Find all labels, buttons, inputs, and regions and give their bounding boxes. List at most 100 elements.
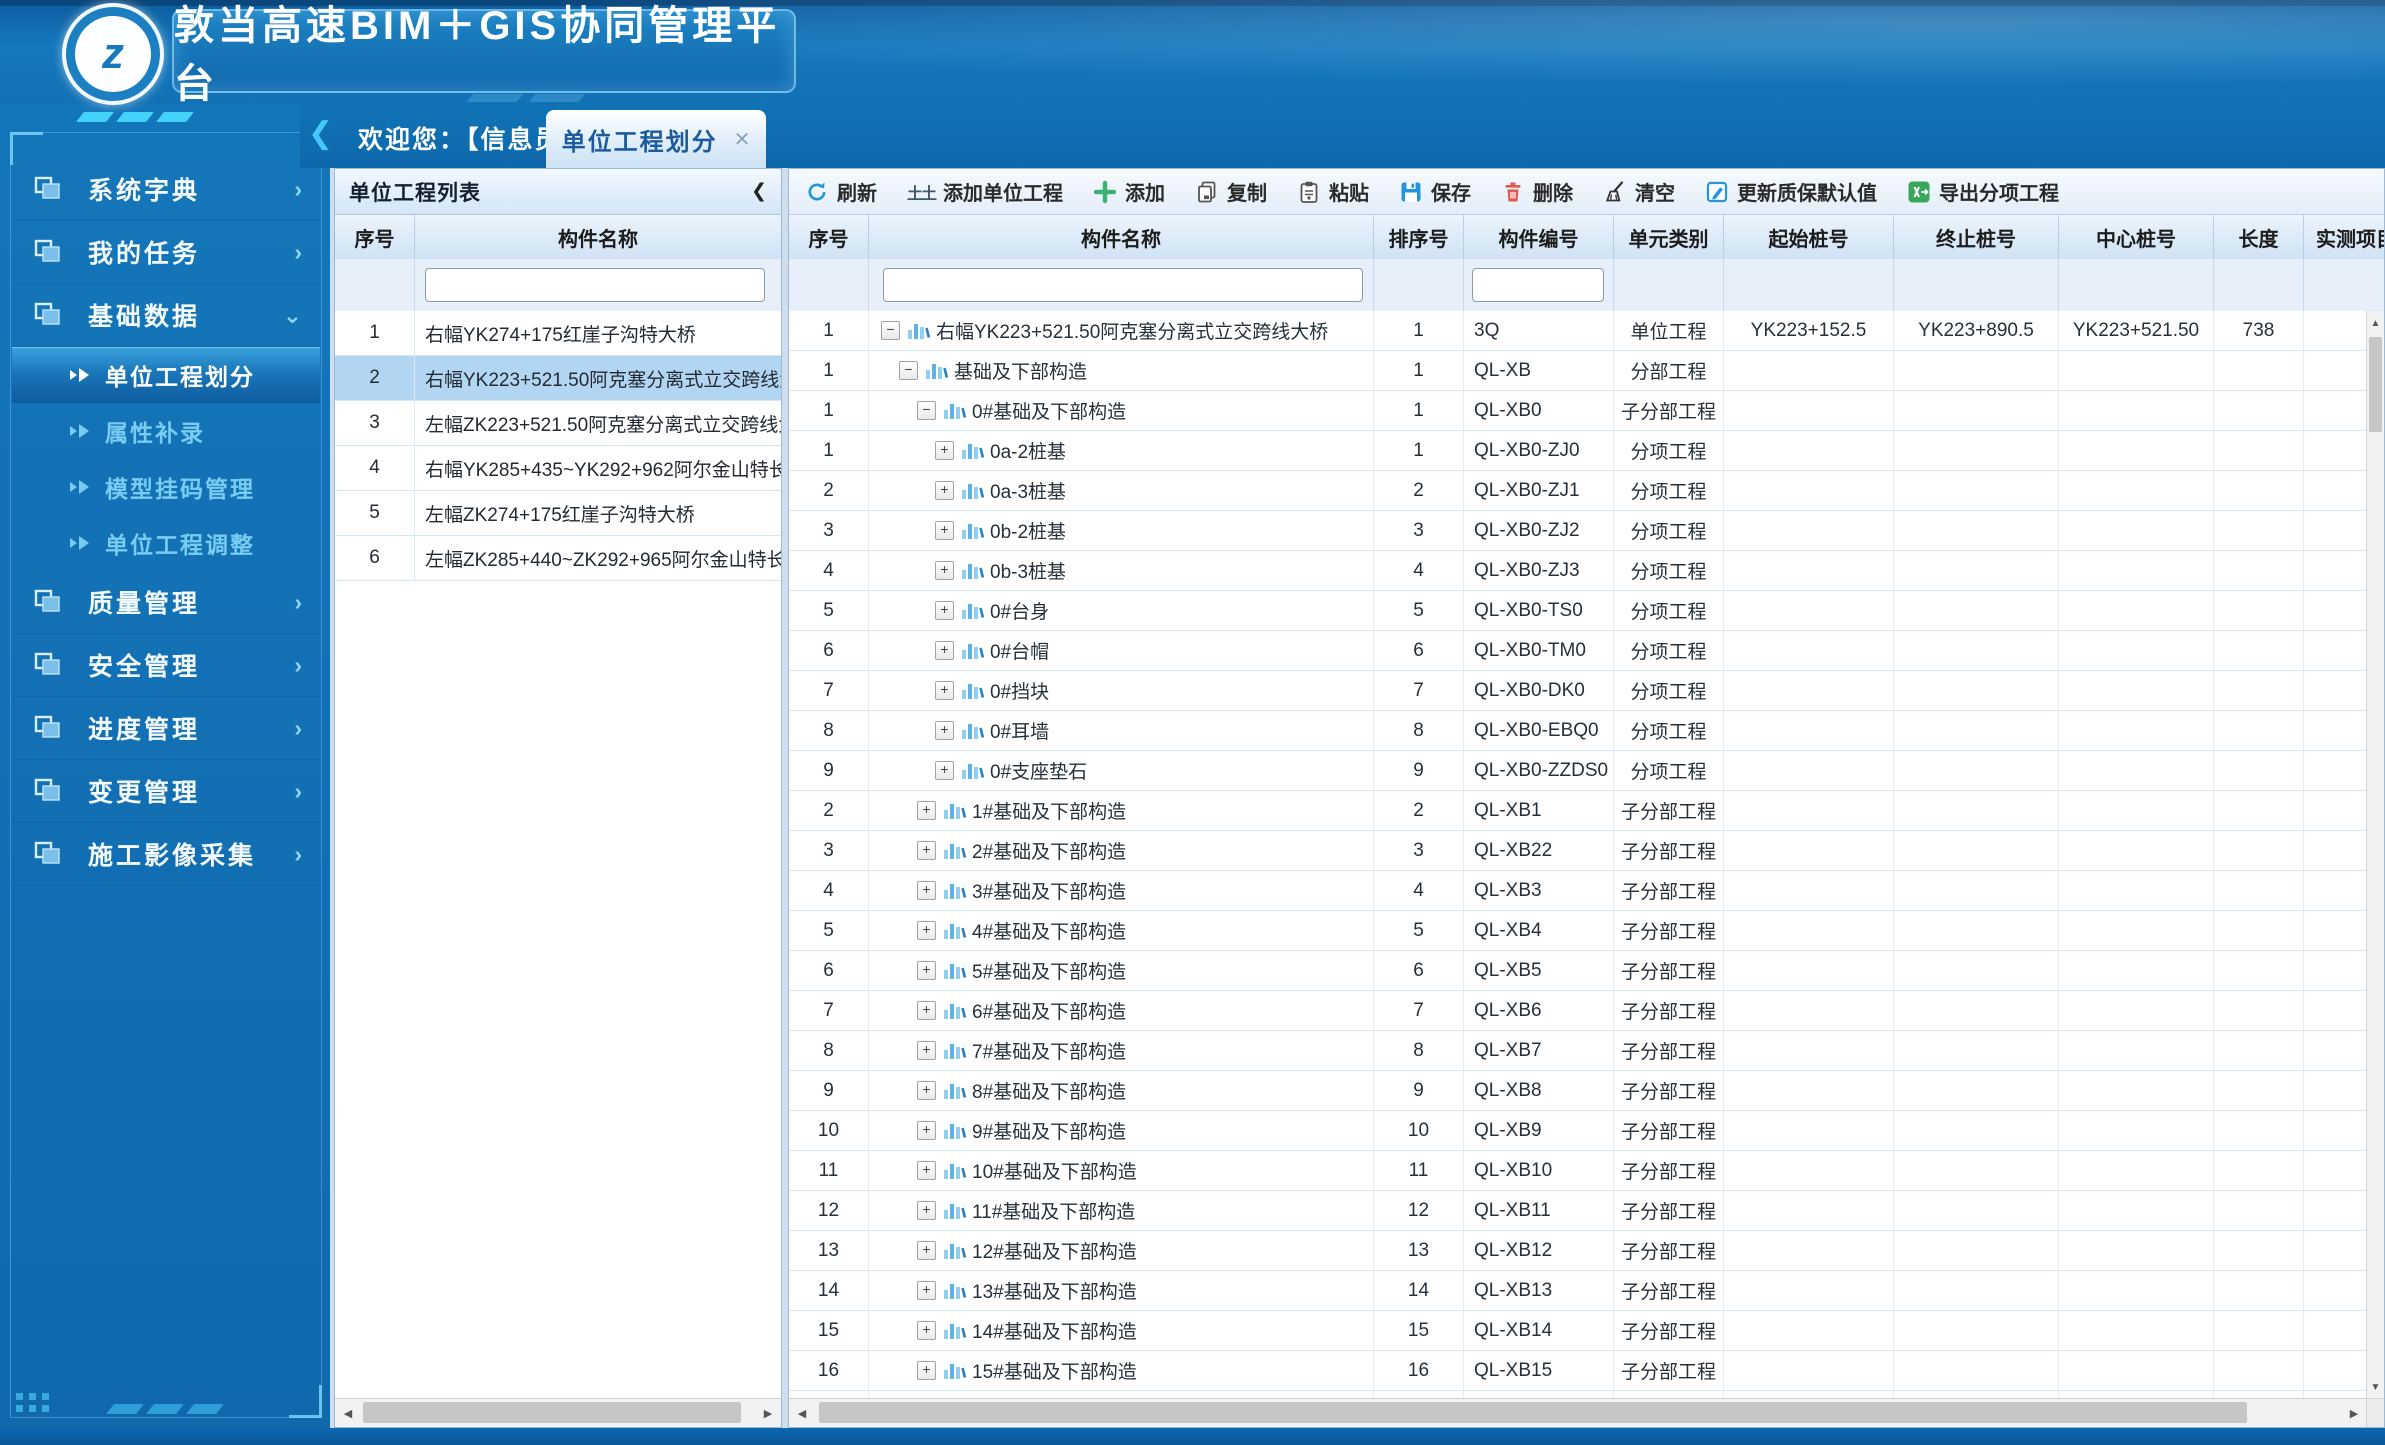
expand-node-icon[interactable]: + [935, 761, 954, 780]
scroll-left-icon[interactable]: ◀ [789, 1399, 815, 1427]
refresh-button[interactable]: 刷新 [805, 177, 877, 206]
tree-row[interactable]: 1−0#基础及下部构造1QL-XB0子分部工程 [789, 391, 2367, 431]
sidebar-item-change-management[interactable]: 变更管理› [12, 760, 320, 823]
expand-node-icon[interactable]: + [935, 721, 954, 740]
scroll-thumb[interactable] [363, 1402, 741, 1423]
tree-row[interactable]: 6+5#基础及下部构造6QL-XB5子分部工程 [789, 951, 2367, 991]
sidebar-item-quality-management[interactable]: 质量管理› [12, 571, 320, 634]
sidebar-item-unit-project-division[interactable]: 单位工程划分 [12, 347, 320, 403]
expand-node-icon[interactable]: + [935, 601, 954, 620]
export-subitem-button[interactable]: 导出分项工程 [1907, 177, 2059, 206]
scroll-up-icon[interactable]: ▲ [2367, 311, 2384, 335]
tree-row[interactable]: 11+10#基础及下部构造11QL-XB10子分部工程 [789, 1151, 2367, 1191]
collapse-node-icon[interactable]: − [899, 361, 918, 380]
list-horizontal-scrollbar[interactable]: ◀ ▶ [335, 1398, 781, 1427]
tree-row[interactable]: 1−右幅YK223+521.50阿克塞分离式立交跨线大桥13Q单位工程YK223… [789, 311, 2367, 351]
tree-name-filter-input[interactable] [883, 268, 1363, 302]
tree-row[interactable]: 7+0#挡块7QL-XB0-DK0分项工程 [789, 671, 2367, 711]
scroll-right-icon[interactable]: ▶ [755, 1399, 781, 1427]
clear-button[interactable]: 清空 [1603, 177, 1675, 206]
expand-node-icon[interactable]: + [917, 1081, 936, 1100]
tree-row[interactable]: 5+0#台身5QL-XB0-TS0分项工程 [789, 591, 2367, 631]
scroll-down-icon[interactable]: ▼ [2367, 1375, 2384, 1399]
scroll-thumb[interactable] [2369, 337, 2382, 432]
tree-row[interactable]: 3+2#基础及下部构造3QL-XB22子分部工程 [789, 831, 2367, 871]
sidebar-item-safety-management[interactable]: 安全管理› [12, 634, 320, 697]
scroll-right-icon[interactable]: ▶ [2341, 1399, 2367, 1427]
tree-row[interactable]: 3+0b-2桩基3QL-XB0-ZJ2分项工程 [789, 511, 2367, 551]
save-button[interactable]: 保存 [1399, 177, 1471, 206]
add-unit-project-button[interactable]: 土土 添加单位工程 [907, 177, 1063, 206]
sidebar-item-system-dictionary[interactable]: 系统字典› [12, 158, 320, 221]
expand-node-icon[interactable]: + [917, 1201, 936, 1220]
tree-row[interactable]: 9+0#支座垫石9QL-XB0-ZZDS0分项工程 [789, 751, 2367, 791]
collapse-node-icon[interactable]: − [881, 321, 900, 340]
tree-row[interactable]: 9+8#基础及下部构造9QL-XB8子分部工程 [789, 1071, 2367, 1111]
copy-button[interactable]: 复制 [1195, 177, 1267, 206]
tree-row[interactable]: 15+14#基础及下部构造15QL-XB14子分部工程 [789, 1311, 2367, 1351]
expand-node-icon[interactable]: + [935, 521, 954, 540]
sidebar-item-unit-project-adjust[interactable]: 单位工程调整 [12, 515, 320, 571]
tree-code-filter-input[interactable] [1472, 268, 1604, 302]
tree-row[interactable]: 6+0#台帽6QL-XB0-TM0分项工程 [789, 631, 2367, 671]
tab-unit-project-division[interactable]: 单位工程划分 ✕ [546, 110, 766, 168]
tree-row[interactable]: 7+6#基础及下部构造7QL-XB6子分部工程 [789, 991, 2367, 1031]
tree-row[interactable]: 13+12#基础及下部构造13QL-XB12子分部工程 [789, 1231, 2367, 1271]
expand-node-icon[interactable]: + [917, 1001, 936, 1020]
expand-node-icon[interactable]: + [935, 441, 954, 460]
expand-node-icon[interactable]: + [917, 801, 936, 820]
sidebar-item-progress-management[interactable]: 进度管理› [12, 697, 320, 760]
tree-row[interactable]: 8+7#基础及下部构造8QL-XB7子分部工程 [789, 1031, 2367, 1071]
expand-node-icon[interactable]: + [917, 921, 936, 940]
sidebar-item-attribute-supplement[interactable]: 属性补录 [12, 403, 320, 459]
expand-node-icon[interactable]: + [917, 1241, 936, 1260]
sidebar-item-my-tasks[interactable]: 我的任务› [12, 221, 320, 284]
list-name-filter-input[interactable] [425, 268, 765, 302]
tree-row[interactable]: 1+0a-2桩基1QL-XB0-ZJ0分项工程 [789, 431, 2367, 471]
sidebar-item-construction-image-collection[interactable]: 施工影像采集› [12, 823, 320, 886]
collapse-node-icon[interactable]: − [917, 401, 936, 420]
tree-row[interactable]: 2+0a-3桩基2QL-XB0-ZJ1分项工程 [789, 471, 2367, 511]
tree-row[interactable]: 12+11#基础及下部构造12QL-XB11子分部工程 [789, 1191, 2367, 1231]
list-row[interactable]: 1右幅YK274+175红崖子沟特大桥 [335, 311, 781, 356]
expand-node-icon[interactable]: + [917, 881, 936, 900]
list-row[interactable]: 3左幅ZK223+521.50阿克塞分离式立交跨线大桥 [335, 401, 781, 446]
tree-row[interactable]: 2+1#基础及下部构造2QL-XB1子分部工程 [789, 791, 2367, 831]
paste-button[interactable]: 粘贴 [1297, 177, 1369, 206]
tree-row[interactable]: 4+3#基础及下部构造4QL-XB3子分部工程 [789, 871, 2367, 911]
list-row[interactable]: 6左幅ZK285+440~ZK292+965阿尔金山特长隧道 [335, 536, 781, 581]
sidebar-item-base-data[interactable]: 基础数据⌄ [12, 284, 320, 347]
tree-vertical-scrollbar[interactable]: ▲ ▼ [2366, 311, 2384, 1399]
scroll-left-icon[interactable]: ◀ [335, 1399, 361, 1427]
tree-row[interactable]: 14+13#基础及下部构造14QL-XB13子分部工程 [789, 1271, 2367, 1311]
expand-node-icon[interactable]: + [917, 1161, 936, 1180]
add-button[interactable]: 添加 [1093, 177, 1165, 206]
tree-row[interactable]: 8+0#耳墙8QL-XB0-EBQ0分项工程 [789, 711, 2367, 751]
expand-node-icon[interactable]: + [917, 1361, 936, 1380]
list-row[interactable]: 2右幅YK223+521.50阿克塞分离式立交跨线大桥 [335, 356, 781, 401]
expand-node-icon[interactable]: + [917, 1281, 936, 1300]
expand-node-icon[interactable]: + [917, 1321, 936, 1340]
delete-button[interactable]: 删除 [1501, 177, 1573, 206]
expand-node-icon[interactable]: + [935, 681, 954, 700]
expand-node-icon[interactable]: + [935, 561, 954, 580]
tree-row[interactable]: 16+15#基础及下部构造16QL-XB15子分部工程 [789, 1351, 2367, 1391]
list-row[interactable]: 5左幅ZK274+175红崖子沟特大桥 [335, 491, 781, 536]
expand-node-icon[interactable]: + [917, 1041, 936, 1060]
scroll-thumb[interactable] [819, 1402, 2247, 1423]
tree-row[interactable]: 10+9#基础及下部构造10QL-XB9子分部工程 [789, 1111, 2367, 1151]
expand-node-icon[interactable]: + [917, 841, 936, 860]
expand-node-icon[interactable]: + [935, 641, 954, 660]
tab-close-icon[interactable]: ✕ [734, 127, 751, 152]
tree-horizontal-scrollbar[interactable]: ◀ ▶ [789, 1398, 2367, 1427]
list-row[interactable]: 4右幅YK285+435~YK292+962阿尔金山特长隧道 [335, 446, 781, 491]
tree-row[interactable]: 5+4#基础及下部构造5QL-XB4子分部工程 [789, 911, 2367, 951]
expand-node-icon[interactable]: + [917, 1121, 936, 1140]
expand-node-icon[interactable]: + [917, 961, 936, 980]
sidebar-item-model-code-management[interactable]: 模型挂码管理 [12, 459, 320, 515]
collapse-panel-icon[interactable]: ❮ [751, 180, 767, 203]
tabs-back-chevron-icon[interactable]: ❮ [308, 116, 333, 151]
expand-node-icon[interactable]: + [935, 481, 954, 500]
tree-row[interactable]: 4+0b-3桩基4QL-XB0-ZJ3分项工程 [789, 551, 2367, 591]
update-qa-default-button[interactable]: 更新质保默认值 [1705, 177, 1877, 206]
